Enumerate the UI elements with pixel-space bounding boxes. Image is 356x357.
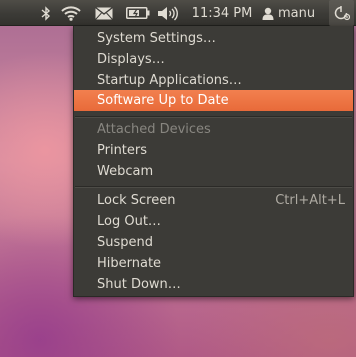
menu-item-label: Log Out… xyxy=(97,214,161,229)
battery-icon xyxy=(126,7,150,19)
power-icon xyxy=(334,5,350,21)
menu-item-hibernate[interactable]: Hibernate xyxy=(74,253,353,274)
menu-item-label: Displays… xyxy=(97,52,165,67)
menu-item-label: Suspend xyxy=(97,235,154,250)
menu-item-label: Hibernate xyxy=(97,256,162,271)
sound-indicator[interactable] xyxy=(156,0,180,26)
menu-item-label: Shut Down… xyxy=(97,277,181,292)
menu-item-label: System Settings… xyxy=(97,31,216,46)
menu-item-label: Startup Applications… xyxy=(97,73,242,88)
user-name: manu xyxy=(278,5,316,21)
messaging-indicator[interactable] xyxy=(93,0,115,26)
network-indicator[interactable] xyxy=(59,0,83,26)
menu-item-printers[interactable]: Printers xyxy=(74,140,353,161)
menu-item-lock-screen[interactable]: Lock Screen Ctrl+Alt+L xyxy=(74,190,353,211)
menu-item-system-settings[interactable]: System Settings… xyxy=(74,28,353,49)
attached-devices-header: Attached Devices xyxy=(74,119,353,140)
session-menu: System Settings… Displays… Startup Appli… xyxy=(73,26,354,297)
menu-item-log-out[interactable]: Log Out… xyxy=(74,211,353,232)
menu-item-software-up-to-date[interactable]: Software Up to Date xyxy=(74,90,353,111)
bluetooth-indicator[interactable] xyxy=(38,0,54,26)
user-icon xyxy=(262,7,274,20)
menu-item-label: Printers xyxy=(97,143,148,158)
top-panel: 11:34 PM manu xyxy=(0,0,356,26)
mail-icon xyxy=(95,6,113,20)
menu-item-startup-applications[interactable]: Startup Applications… xyxy=(74,70,353,91)
menu-item-label: Lock Screen xyxy=(97,193,176,208)
session-indicator[interactable] xyxy=(329,0,354,26)
section-label: Attached Devices xyxy=(97,122,211,137)
menu-item-shut-down[interactable]: Shut Down… xyxy=(74,274,353,295)
menu-item-label: Webcam xyxy=(97,164,154,179)
bluetooth-icon xyxy=(41,5,51,21)
menu-item-suspend[interactable]: Suspend xyxy=(74,232,353,253)
volume-icon xyxy=(157,5,179,21)
menu-item-label: Software Up to Date xyxy=(97,93,229,108)
menu-separator xyxy=(75,116,352,118)
battery-indicator[interactable] xyxy=(123,0,153,26)
clock-text: 11:34 PM xyxy=(191,5,253,21)
wifi-icon xyxy=(61,5,81,21)
user-indicator[interactable]: manu xyxy=(262,0,324,26)
menu-separator xyxy=(75,186,352,188)
menu-item-webcam[interactable]: Webcam xyxy=(74,161,353,182)
menu-item-displays[interactable]: Displays… xyxy=(74,49,353,70)
clock-indicator[interactable]: 11:34 PM xyxy=(190,0,254,26)
shortcut-label: Ctrl+Alt+L xyxy=(275,193,345,208)
